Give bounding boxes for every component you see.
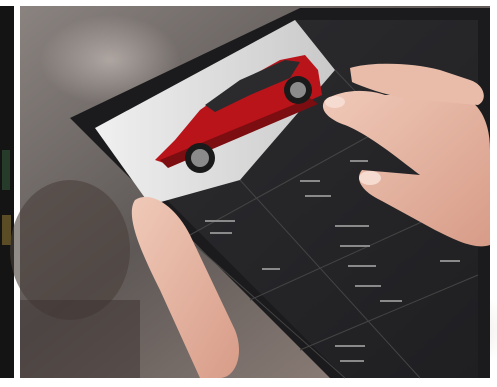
- left-strip: [0, 6, 14, 378]
- photo-scene: [0, 0, 497, 387]
